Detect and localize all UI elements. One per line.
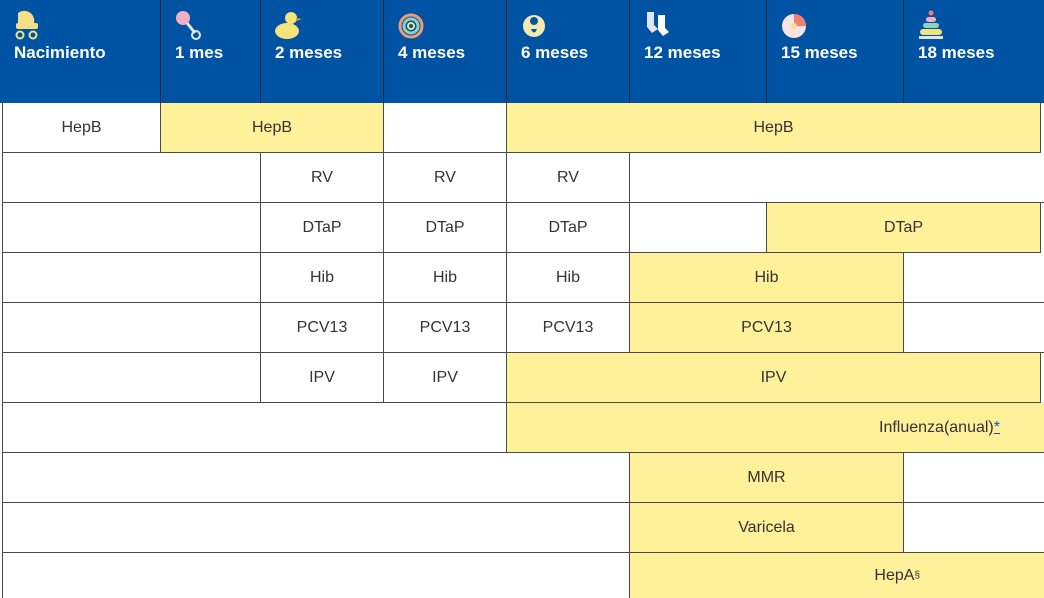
rattle-icon bbox=[176, 11, 201, 40]
cell-empty bbox=[630, 153, 1044, 203]
cell-ipv-2m: IPV bbox=[261, 353, 384, 403]
age-header-12m: 12 meses bbox=[630, 0, 767, 103]
cell-empty bbox=[904, 303, 1044, 353]
age-label: Nacimiento bbox=[14, 43, 106, 62]
influenza-label: Influenza(anual) bbox=[879, 418, 994, 436]
cell-empty bbox=[904, 453, 1044, 503]
cell-ipv-6-18m: IPV bbox=[507, 353, 1041, 403]
cell-hib-12-15m: Hib bbox=[630, 253, 904, 303]
hepa-label: HepA bbox=[874, 566, 915, 584]
cell-empty bbox=[3, 503, 630, 553]
baby-socks-icon bbox=[647, 12, 669, 36]
age-header-2m: 2 meses bbox=[261, 0, 384, 103]
cell-hepb-6-18m: HepB bbox=[507, 103, 1041, 153]
cell-rv-4m: RV bbox=[384, 153, 507, 203]
cell-empty bbox=[3, 303, 261, 353]
cell-varicela-12-15m: Varicela bbox=[630, 503, 904, 553]
stacking-rings-icon bbox=[919, 10, 943, 39]
cell-rv-6m: RV bbox=[507, 153, 630, 203]
influenza-footnote-link[interactable]: * bbox=[994, 419, 1000, 437]
cell-empty bbox=[3, 353, 261, 403]
cell-empty bbox=[3, 453, 630, 503]
age-label: 1 mes bbox=[175, 43, 224, 62]
cell-hib-6m: Hib bbox=[507, 253, 630, 303]
cell-pcv13-6m: PCV13 bbox=[507, 303, 630, 353]
age-header-18m: 18 meses bbox=[904, 0, 1044, 103]
cell-empty bbox=[3, 553, 630, 598]
cell-pcv13-12-15m: PCV13 bbox=[630, 303, 904, 353]
cell-mmr-12-15m: MMR bbox=[630, 453, 904, 503]
teething-ring-icon bbox=[398, 13, 424, 39]
cell-empty bbox=[3, 253, 261, 303]
cell-dtap-15-18m: DTaP bbox=[767, 203, 1041, 253]
cell-hib-4m: Hib bbox=[384, 253, 507, 303]
cell-influenza-6-18m: Influenza(anual) * bbox=[507, 403, 1044, 453]
age-label: 12 meses bbox=[644, 43, 721, 62]
cell-empty bbox=[384, 103, 507, 153]
cell-empty bbox=[904, 503, 1044, 553]
cell-empty bbox=[904, 253, 1044, 303]
cell-dtap-4m: DTaP bbox=[384, 203, 507, 253]
cell-hepb-birth: HepB bbox=[3, 103, 161, 153]
cell-hib-2m: Hib bbox=[261, 253, 384, 303]
age-label: 2 meses bbox=[275, 43, 343, 62]
age-label: 15 meses bbox=[781, 43, 858, 62]
cell-empty bbox=[3, 403, 507, 453]
age-label: 6 meses bbox=[521, 43, 589, 62]
age-header-4m: 4 meses bbox=[384, 0, 507, 103]
age-header-6m: 6 meses bbox=[507, 0, 630, 103]
age-label: 18 meses bbox=[918, 43, 995, 62]
age-label: 4 meses bbox=[398, 43, 466, 62]
cell-ipv-4m: IPV bbox=[384, 353, 507, 403]
bib-icon bbox=[523, 15, 545, 37]
cell-dtap-6m: DTaP bbox=[507, 203, 630, 253]
cell-rv-2m: RV bbox=[261, 153, 384, 203]
vaccine-schedule-table: Nacimiento 1 mes 2 meses 4 meses 6 meses… bbox=[0, 0, 1044, 598]
age-header-15m: 15 meses bbox=[767, 0, 904, 103]
age-header-birth: Nacimiento bbox=[0, 0, 161, 103]
cell-dtap-2m: DTaP bbox=[261, 203, 384, 253]
rubber-duck-icon bbox=[275, 12, 302, 39]
cell-pcv13-4m: PCV13 bbox=[384, 303, 507, 353]
cell-empty bbox=[3, 203, 261, 253]
age-header-1m: 1 mes bbox=[161, 0, 261, 103]
cell-pcv13-2m: PCV13 bbox=[261, 303, 384, 353]
baby-carriage-icon bbox=[15, 10, 38, 40]
ball-icon bbox=[782, 14, 806, 38]
cell-hepb-1-2m: HepB bbox=[161, 103, 384, 153]
cell-empty bbox=[3, 153, 261, 203]
cell-hepa-12-18m: HepA § bbox=[630, 553, 1044, 598]
cell-empty bbox=[630, 203, 767, 253]
